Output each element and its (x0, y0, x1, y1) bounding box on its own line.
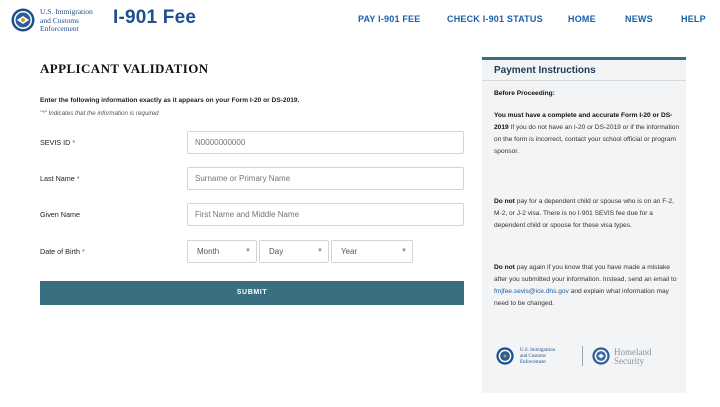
submit-button[interactable]: SUBMIT (40, 281, 464, 305)
last-name-label: Last Name * (40, 174, 80, 183)
before-proceeding-heading: Before Proceeding: (494, 90, 555, 97)
site-title[interactable]: I-901 Fee (113, 7, 196, 29)
chevron-down-icon: ▼ (401, 248, 407, 254)
page-title: APPLICANT VALIDATION (40, 61, 209, 76)
nav-news[interactable]: NEWS (625, 14, 653, 24)
agency-name: U.S. Immigration and Customs Enforcement (40, 7, 93, 33)
given-name-label: Given Name (40, 210, 80, 219)
footer-logos: U.S. Immigration and Customs Enforcement… (494, 345, 680, 369)
instruction-paragraph-1: You must have a complete and accurate Fo… (494, 112, 680, 155)
dhs-wordmark: Homeland Security (614, 347, 652, 366)
instruction-paragraph-3: Do not pay again if you know that you ha… (494, 264, 677, 307)
given-name-input[interactable] (187, 203, 464, 226)
payment-instructions-panel: Payment Instructions Before Proceeding: … (482, 57, 686, 393)
ice-seal-icon[interactable] (11, 8, 35, 32)
last-name-input[interactable] (187, 167, 464, 190)
ice-wordmark: U.S. Immigration and Customs Enforcement (520, 348, 556, 365)
instruction-paragraph-2: Do not pay for a dependent child or spou… (494, 198, 674, 229)
form-instructions: Enter the following information exactly … (40, 97, 300, 104)
required-note-text: Indicates that the information is requir… (46, 110, 159, 117)
sevis-id-label: SEVIS ID * (40, 138, 76, 147)
divider (582, 346, 583, 366)
site-header: U.S. Immigration and Customs Enforcement… (0, 0, 720, 40)
date-of-birth-label: Date of Birth * (40, 247, 85, 256)
chevron-down-icon: ▼ (245, 248, 251, 254)
email-link[interactable]: fmjfee.sevis@ice.dhs.gov (494, 288, 569, 295)
dob-month-select[interactable]: Month ▼ (187, 240, 257, 263)
nav-pay-fee[interactable]: PAY I-901 FEE (358, 14, 420, 24)
nav-help[interactable]: HELP (681, 14, 706, 24)
chevron-down-icon: ▼ (317, 248, 323, 254)
required-note: "*" Indicates that the information is re… (40, 110, 159, 117)
panel-title: Payment Instructions (494, 65, 596, 76)
nav-home[interactable]: HOME (568, 14, 596, 24)
required-note-star: "*" (40, 110, 47, 117)
ice-seal-icon (496, 347, 514, 365)
dob-day-select[interactable]: Day ▼ (259, 240, 329, 263)
divider (482, 80, 686, 81)
dhs-seal-icon (592, 347, 610, 365)
dob-year-select[interactable]: Year ▼ (331, 240, 413, 263)
nav-check-status[interactable]: CHECK I-901 STATUS (447, 14, 543, 24)
sevis-id-input[interactable] (187, 131, 464, 154)
